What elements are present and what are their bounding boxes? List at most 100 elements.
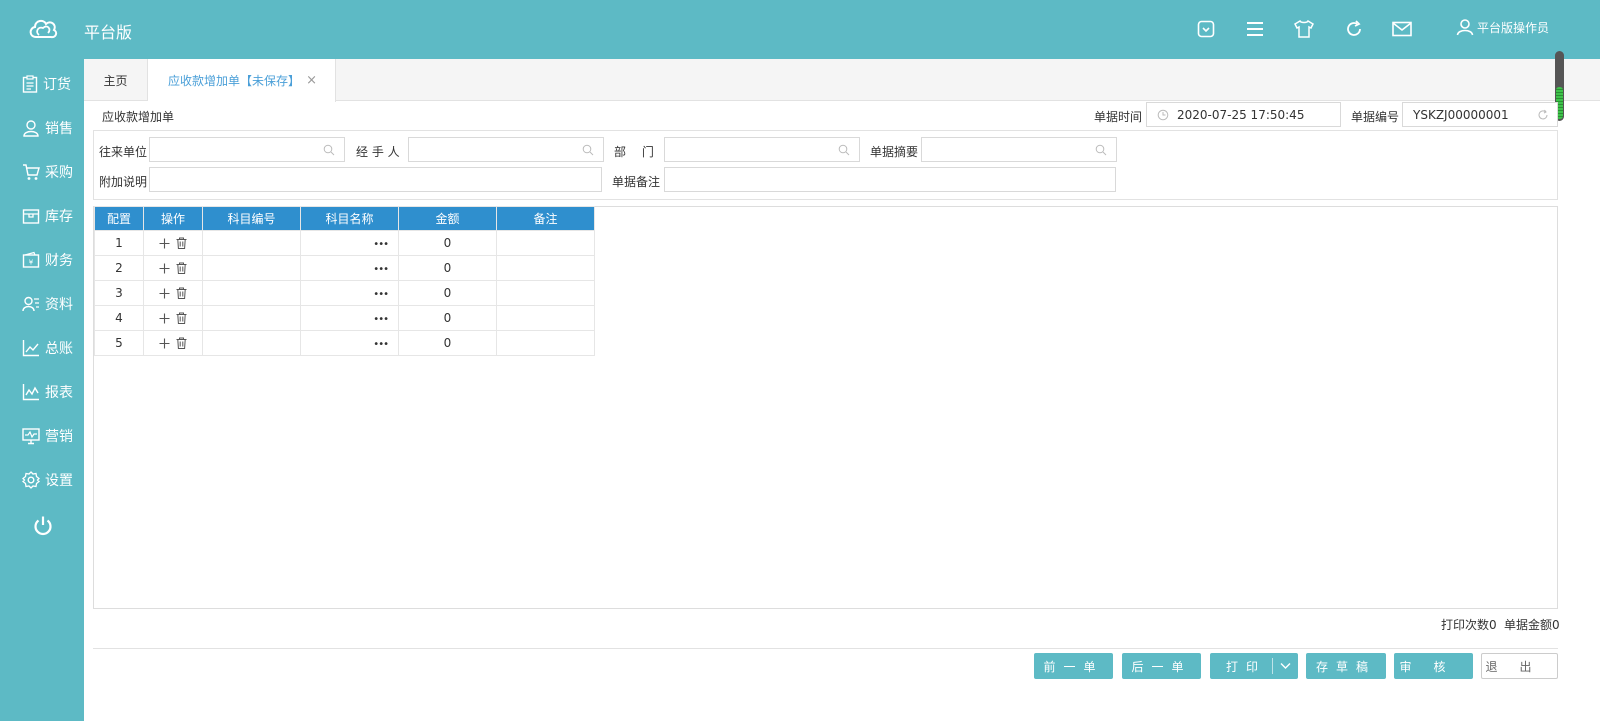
ellipsis-button[interactable]: ••• <box>373 289 389 300</box>
sidebar-item-settings[interactable]: 设置 <box>0 465 84 495</box>
tab-receivable-add[interactable]: 应收款增加单【未保存】 × <box>148 59 336 102</box>
summary-input[interactable] <box>921 137 1117 162</box>
refresh-icon[interactable] <box>1342 17 1366 41</box>
add-row-icon[interactable] <box>159 313 170 324</box>
search-icon[interactable] <box>582 144 594 156</box>
print-button[interactable]: 打印 <box>1210 653 1298 679</box>
amount-cell[interactable]: 0 <box>398 305 497 331</box>
sidebar-item-finance[interactable]: ¥ 财务 <box>0 245 84 275</box>
date-field[interactable]: 2020-07-25 17:50:45 <box>1146 102 1341 127</box>
ellipsis-button[interactable]: ••• <box>373 264 389 275</box>
search-icon[interactable] <box>838 144 850 156</box>
subject-code-cell[interactable] <box>202 280 301 306</box>
handler-input[interactable] <box>408 137 604 162</box>
sidebar-item-report[interactable]: 报表 <box>0 377 84 407</box>
shirt-icon[interactable] <box>1292 17 1316 41</box>
subject-name-cell[interactable]: ••• <box>300 305 399 331</box>
ellipsis-button[interactable]: ••• <box>373 239 389 250</box>
sidebar-item-data[interactable]: 资料 <box>0 289 84 319</box>
remark-label: 单据备注 <box>612 175 661 189</box>
sidebar-item-label: 总账 <box>45 341 73 357</box>
sidebar-item-label: 营销 <box>45 429 73 445</box>
ellipsis-button[interactable]: ••• <box>373 339 389 350</box>
sidebar-item-label: 财务 <box>45 253 73 269</box>
row-number: 4 <box>94 305 144 331</box>
search-icon[interactable] <box>323 144 335 156</box>
amount-cell[interactable]: 0 <box>398 255 497 281</box>
next-button[interactable]: 后一单 <box>1122 653 1201 679</box>
subject-name-cell[interactable]: ••• <box>300 255 399 281</box>
mail-icon[interactable] <box>1390 17 1414 41</box>
subject-name-cell[interactable]: ••• <box>300 230 399 256</box>
gear-icon <box>22 471 40 489</box>
subject-code-cell[interactable] <box>202 305 301 331</box>
sidebar-item-purchase[interactable]: 采购 <box>0 157 84 187</box>
table-row: 2 ••• 0 <box>94 255 595 281</box>
trash-icon[interactable] <box>176 237 187 249</box>
sidebar-item-sales[interactable]: 销售 <box>0 113 84 143</box>
print-label: 打印 <box>1226 659 1267 674</box>
user-menu[interactable]: 平台版操作员 <box>1456 18 1549 36</box>
sidebar-item-inventory[interactable]: 库存 <box>0 201 84 231</box>
user-name: 平台版操作员 <box>1477 20 1550 35</box>
remark-cell[interactable] <box>496 305 595 331</box>
extra-label: 附加说明 <box>99 175 148 189</box>
remark-cell[interactable] <box>496 330 595 356</box>
user-icon <box>1456 19 1474 36</box>
number-field[interactable]: YSKZJ00000001 <box>1402 102 1558 127</box>
ellipsis-button[interactable]: ••• <box>373 314 389 325</box>
tab-label: 应收款增加单【未保存】 <box>168 74 301 88</box>
trash-icon[interactable] <box>176 337 187 349</box>
divider <box>93 648 1558 649</box>
dept-input[interactable] <box>664 137 860 162</box>
remark-cell[interactable] <box>496 280 595 306</box>
audit-button[interactable]: 审核 <box>1394 653 1473 679</box>
partner-label: 往来单位 <box>99 145 148 159</box>
chevron-down-icon[interactable] <box>1280 662 1291 670</box>
report-chart-icon <box>22 384 39 401</box>
remark-input[interactable] <box>664 167 1116 192</box>
trash-icon[interactable] <box>176 287 187 299</box>
dropdown-box-icon[interactable] <box>1194 17 1218 41</box>
split-divider <box>1272 658 1273 674</box>
row-number: 5 <box>94 330 144 356</box>
prev-button[interactable]: 前一单 <box>1034 653 1113 679</box>
remark-cell[interactable] <box>496 230 595 256</box>
tab-home[interactable]: 主页 <box>84 59 148 101</box>
date-value: 2020-07-25 17:50:45 <box>1177 107 1305 122</box>
subject-name-cell[interactable]: ••• <box>300 330 399 356</box>
trash-icon[interactable] <box>176 262 187 274</box>
sidebar-item-order[interactable]: 订货 <box>0 69 84 99</box>
search-icon[interactable] <box>1095 144 1107 156</box>
amount-cell[interactable]: 0 <box>398 280 497 306</box>
subject-code-cell[interactable] <box>202 330 301 356</box>
col-header-config[interactable]: 配置 <box>94 206 144 231</box>
subject-code-cell[interactable] <box>202 255 301 281</box>
subject-code-cell[interactable] <box>202 230 301 256</box>
sidebar-item-ledger[interactable]: 总账 <box>0 333 84 363</box>
add-row-icon[interactable] <box>159 288 170 299</box>
partner-input[interactable] <box>149 137 345 162</box>
exit-button[interactable]: 退出 <box>1481 653 1558 679</box>
cloud-logo-icon <box>29 19 58 39</box>
menu-icon[interactable] <box>1243 17 1267 41</box>
close-icon[interactable]: × <box>306 73 317 88</box>
sidebar-item-marketing[interactable]: 营销 <box>0 421 84 451</box>
save-draft-button[interactable]: 存草稿 <box>1306 653 1386 679</box>
subject-name-cell[interactable]: ••• <box>300 280 399 306</box>
monitor-icon <box>22 428 40 445</box>
top-bar: 平台版 平台版操作员 <box>0 0 1600 59</box>
amount-cell[interactable]: 0 <box>398 230 497 256</box>
trash-icon[interactable] <box>176 312 187 324</box>
add-row-icon[interactable] <box>159 263 170 274</box>
add-row-icon[interactable] <box>159 338 170 349</box>
add-row-icon[interactable] <box>159 238 170 249</box>
remark-cell[interactable] <box>496 255 595 281</box>
refresh-small-icon[interactable] <box>1537 109 1549 121</box>
amount-cell[interactable]: 0 <box>398 330 497 356</box>
power-icon[interactable] <box>32 515 54 537</box>
extra-input[interactable] <box>149 167 602 192</box>
tab-bar: 主页 应收款增加单【未保存】 × <box>84 59 1600 102</box>
table-row: 1 ••• 0 <box>94 230 595 256</box>
sidebar-item-label: 设置 <box>45 473 73 489</box>
